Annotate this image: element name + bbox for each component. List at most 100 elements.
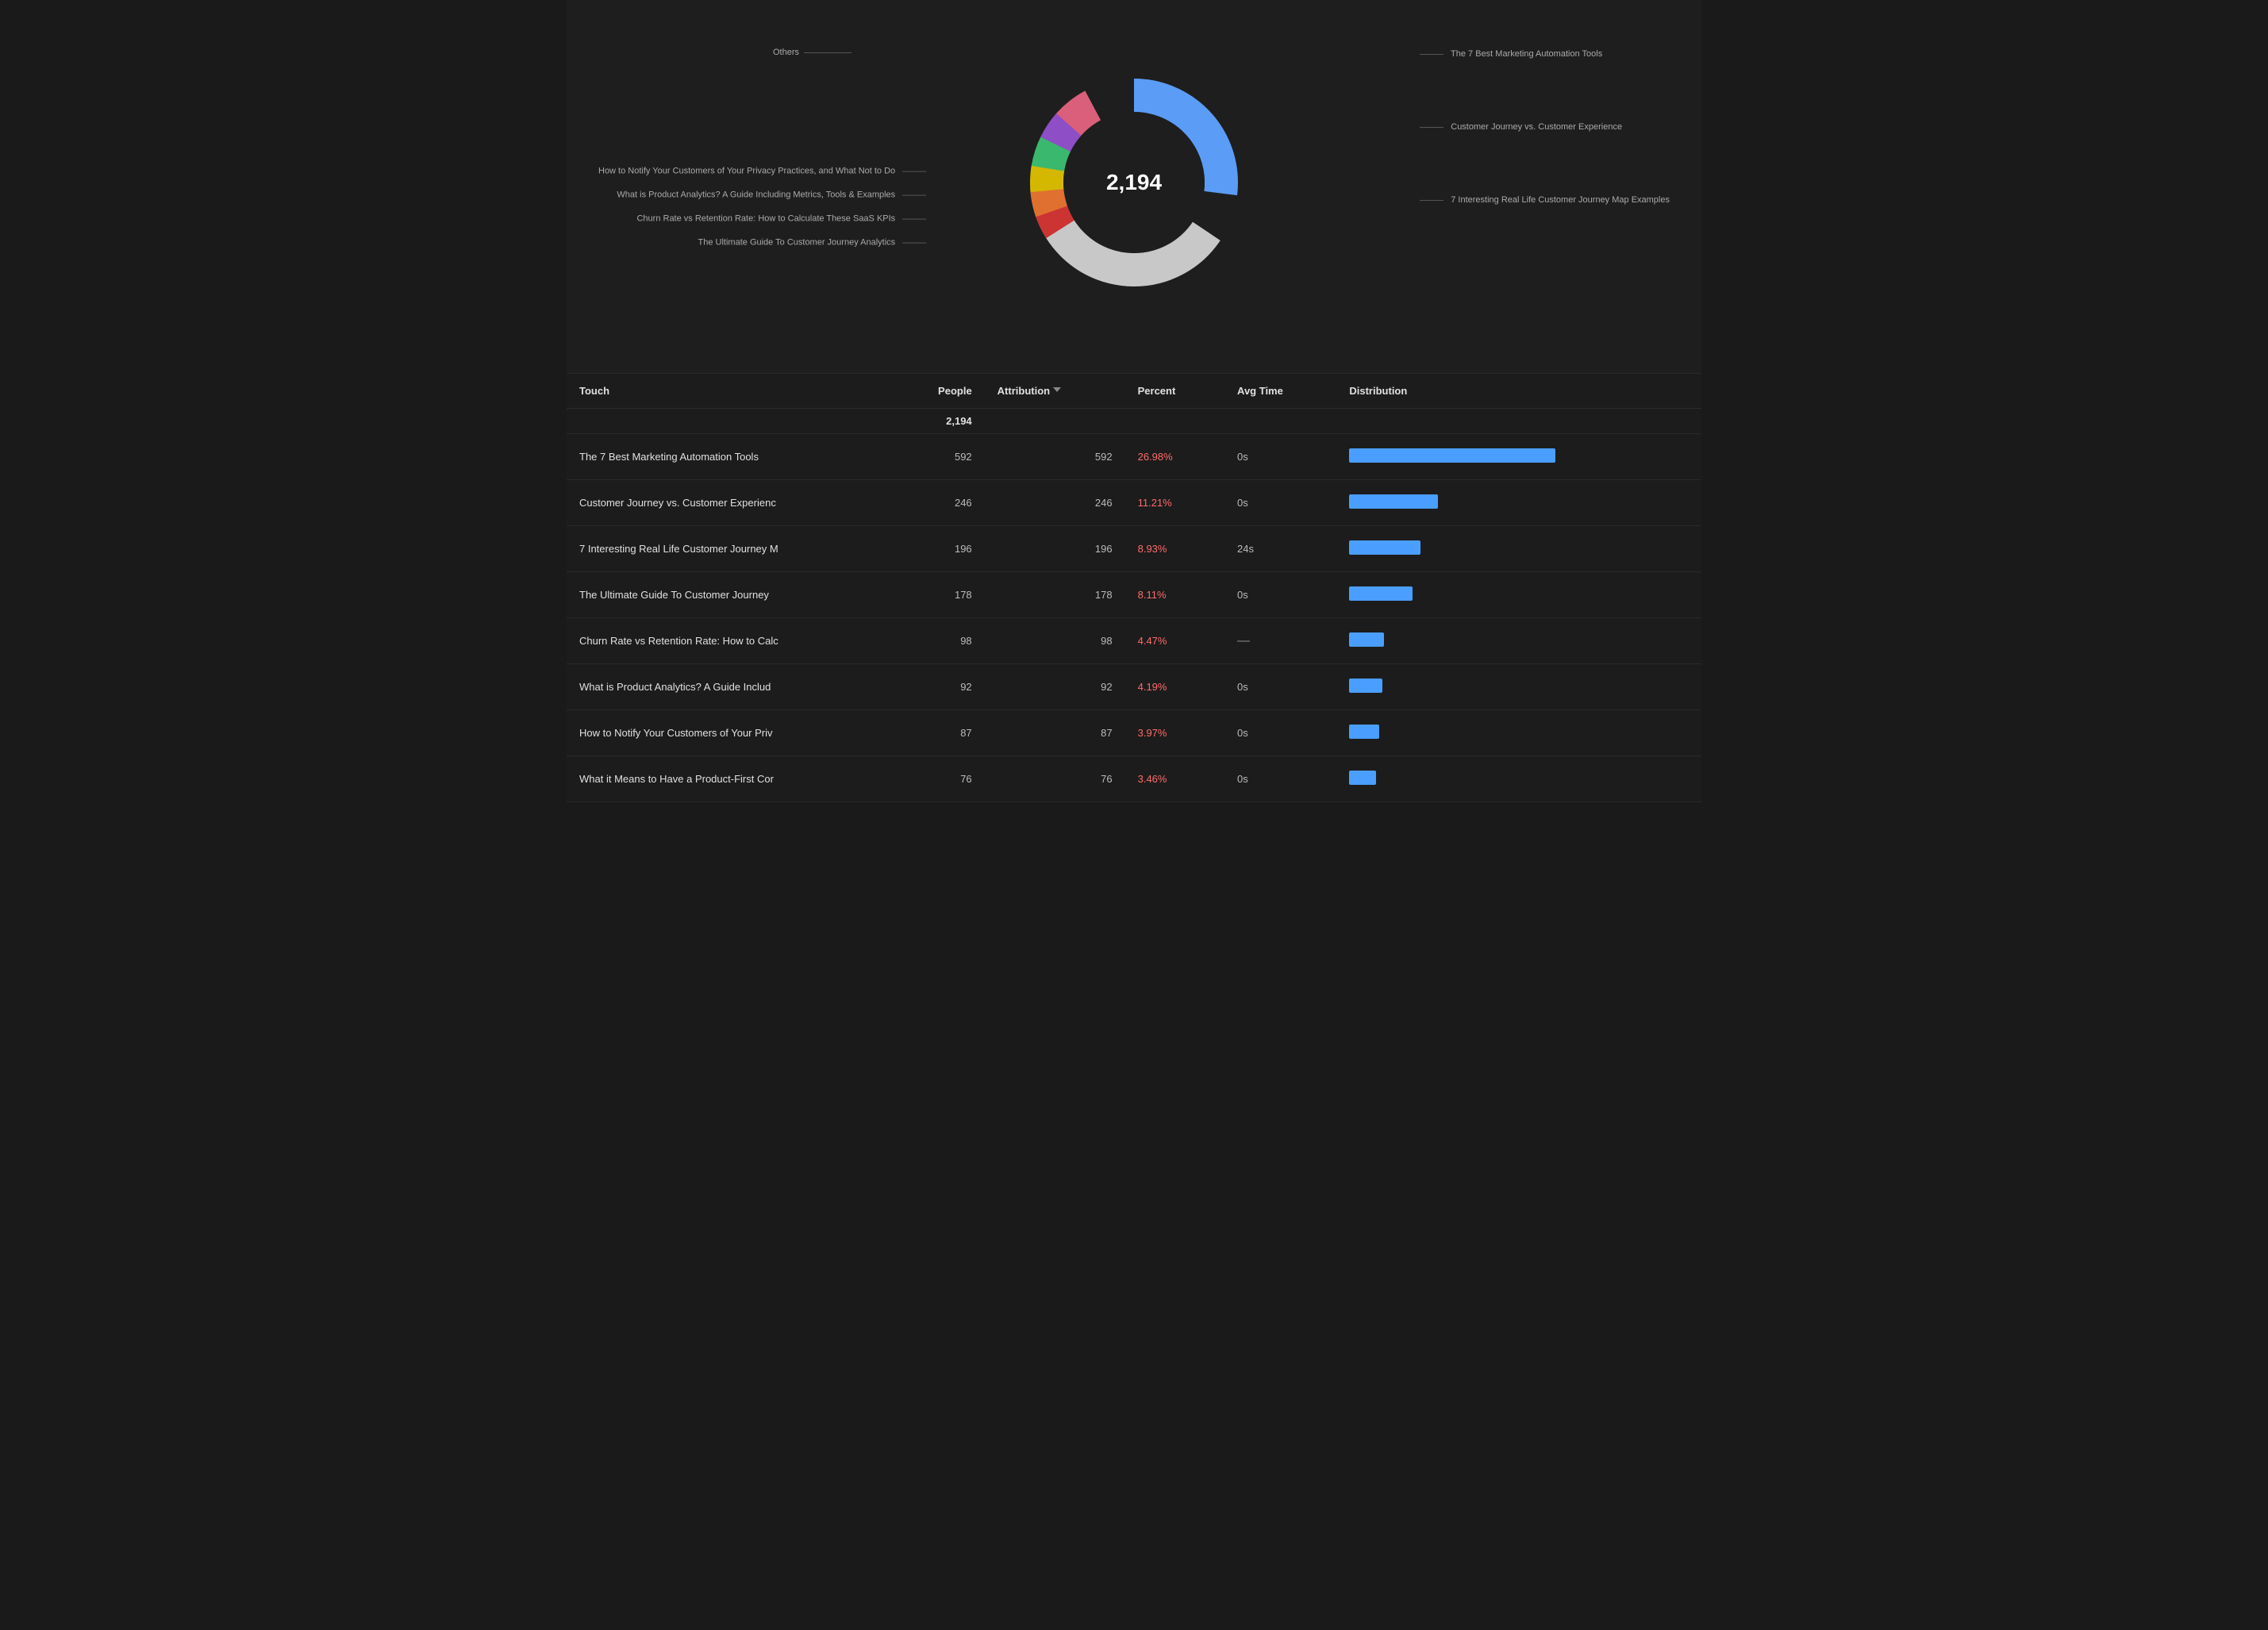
avg-time-value: 0s — [1237, 497, 1248, 509]
avg-time-cell: 0s — [1224, 434, 1336, 480]
dist-cell — [1336, 434, 1701, 480]
attribution-cell: 98 — [985, 618, 1125, 664]
avg-time-cell: 0s — [1224, 664, 1336, 710]
touch-cell: How to Notify Your Customers of Your Pri… — [567, 710, 891, 756]
total-empty-1 — [985, 409, 1125, 434]
percent-cell: 4.47% — [1125, 618, 1224, 664]
percent-cell: 26.98% — [1125, 434, 1224, 480]
people-cell: 592 — [891, 434, 984, 480]
attribution-cell: 92 — [985, 664, 1125, 710]
avg-time-value: 0s — [1237, 681, 1248, 693]
dist-cell — [1336, 664, 1701, 710]
avg-time-value: 0s — [1237, 773, 1248, 785]
table-row[interactable]: How to Notify Your Customers of Your Pri… — [567, 710, 1701, 756]
connector-line — [1420, 54, 1443, 55]
avg-time-cell: 0s — [1224, 480, 1336, 526]
attribution-cell: 76 — [985, 756, 1125, 802]
dist-bar — [1349, 540, 1420, 555]
touch-cell: Customer Journey vs. Customer Experienc — [567, 480, 891, 526]
table-row[interactable]: Churn Rate vs Retention Rate: How to Cal… — [567, 618, 1701, 664]
total-attribution-cell: 2,194 — [891, 409, 984, 434]
table-row[interactable]: What is Product Analytics? A Guide Inclu… — [567, 664, 1701, 710]
avg-time-value: 0s — [1237, 589, 1248, 601]
table-row[interactable]: Customer Journey vs. Customer Experienc … — [567, 480, 1701, 526]
people-cell: 76 — [891, 756, 984, 802]
left-label-journey: The Ultimate Guide To Customer Journey A… — [598, 238, 926, 248]
table-body: The 7 Best Marketing Automation Tools 59… — [567, 434, 1701, 802]
dist-cell — [1336, 526, 1701, 572]
touch-cell: Churn Rate vs Retention Rate: How to Cal… — [567, 618, 891, 664]
col-header-attribution[interactable]: Attribution — [985, 374, 1125, 409]
dist-bar — [1349, 494, 1438, 509]
right-label-real-life: 7 Interesting Real Life Customer Journey… — [1420, 195, 1670, 205]
dist-bar — [1349, 632, 1384, 647]
col-header-touch: Touch — [567, 374, 891, 409]
left-label-churn: Churn Rate vs Retention Rate: How to Cal… — [598, 214, 926, 224]
col-header-people: People — [891, 374, 984, 409]
chart-area: Others How to Notify Your Customers of Y… — [598, 16, 1670, 349]
attribution-cell: 196 — [985, 526, 1125, 572]
dist-bar — [1349, 725, 1379, 739]
dist-cell — [1336, 618, 1701, 664]
touch-cell: 7 Interesting Real Life Customer Journey… — [567, 526, 891, 572]
attribution-label: Attribution — [998, 385, 1050, 397]
left-label-privacy: How to Notify Your Customers of Your Pri… — [598, 167, 926, 176]
avg-time-value: 24s — [1237, 543, 1254, 555]
attribution-sort[interactable]: Attribution — [998, 385, 1061, 397]
table-section: Touch People Attribution Percent Avg Tim… — [567, 374, 1701, 802]
table-header-row: Touch People Attribution Percent Avg Tim… — [567, 374, 1701, 409]
attribution-cell: 592 — [985, 434, 1125, 480]
touch-cell: What it Means to Have a Product-First Co… — [567, 756, 891, 802]
connector-line — [902, 242, 926, 243]
percent-cell: 8.93% — [1125, 526, 1224, 572]
donut-chart: 2,194 — [999, 48, 1269, 317]
table-row[interactable]: The 7 Best Marketing Automation Tools 59… — [567, 434, 1701, 480]
donut-svg — [999, 48, 1269, 317]
avg-time-value: 0s — [1237, 727, 1248, 739]
table-row[interactable]: The Ultimate Guide To Customer Journey 1… — [567, 572, 1701, 618]
people-cell: 98 — [891, 618, 984, 664]
right-label-automation: The 7 Best Marketing Automation Tools — [1420, 49, 1670, 59]
people-cell: 196 — [891, 526, 984, 572]
touch-cell: What is Product Analytics? A Guide Inclu… — [567, 664, 891, 710]
total-touch-cell — [567, 409, 891, 434]
avg-time-cell: 0s — [1224, 710, 1336, 756]
avg-time-value: 0s — [1237, 451, 1248, 463]
total-empty-2 — [1125, 409, 1224, 434]
right-label-cj-vs: Customer Journey vs. Customer Experience — [1420, 122, 1670, 132]
people-cell: 246 — [891, 480, 984, 526]
dist-bar — [1349, 679, 1382, 693]
dist-cell — [1336, 756, 1701, 802]
touch-cell: The Ultimate Guide To Customer Journey — [567, 572, 891, 618]
dist-bar — [1349, 448, 1555, 463]
attribution-cell: 87 — [985, 710, 1125, 756]
col-header-avg-time: Avg Time — [1224, 374, 1336, 409]
dist-cell — [1336, 480, 1701, 526]
attribution-cell: 246 — [985, 480, 1125, 526]
dist-cell — [1336, 572, 1701, 618]
avg-time-cell: 0s — [1224, 572, 1336, 618]
connector-line — [902, 218, 926, 219]
percent-cell: 3.46% — [1125, 756, 1224, 802]
attribution-cell: 178 — [985, 572, 1125, 618]
total-empty-3 — [1224, 409, 1336, 434]
table-row[interactable]: What it Means to Have a Product-First Co… — [567, 756, 1701, 802]
connector-line — [1420, 200, 1443, 201]
col-header-percent: Percent — [1125, 374, 1224, 409]
page-wrapper: Others How to Notify Your Customers of Y… — [567, 0, 1701, 802]
avg-time-cell: 0s — [1224, 756, 1336, 802]
right-labels: The 7 Best Marketing Automation Tools Cu… — [1420, 49, 1670, 205]
percent-cell: 8.11% — [1125, 572, 1224, 618]
connector-line — [902, 194, 926, 195]
touch-cell: The 7 Best Marketing Automation Tools — [567, 434, 891, 480]
chart-section: Others How to Notify Your Customers of Y… — [567, 0, 1701, 374]
total-row: 2,194 — [567, 409, 1701, 434]
connector-line — [1420, 127, 1443, 128]
sort-icon — [1053, 387, 1061, 395]
table-row[interactable]: 7 Interesting Real Life Customer Journey… — [567, 526, 1701, 572]
percent-cell: 11.21% — [1125, 480, 1224, 526]
left-label-analytics: What is Product Analytics? A Guide Inclu… — [598, 190, 926, 200]
others-label: Others — [773, 48, 851, 57]
avg-time-cell: 24s — [1224, 526, 1336, 572]
people-cell: 178 — [891, 572, 984, 618]
